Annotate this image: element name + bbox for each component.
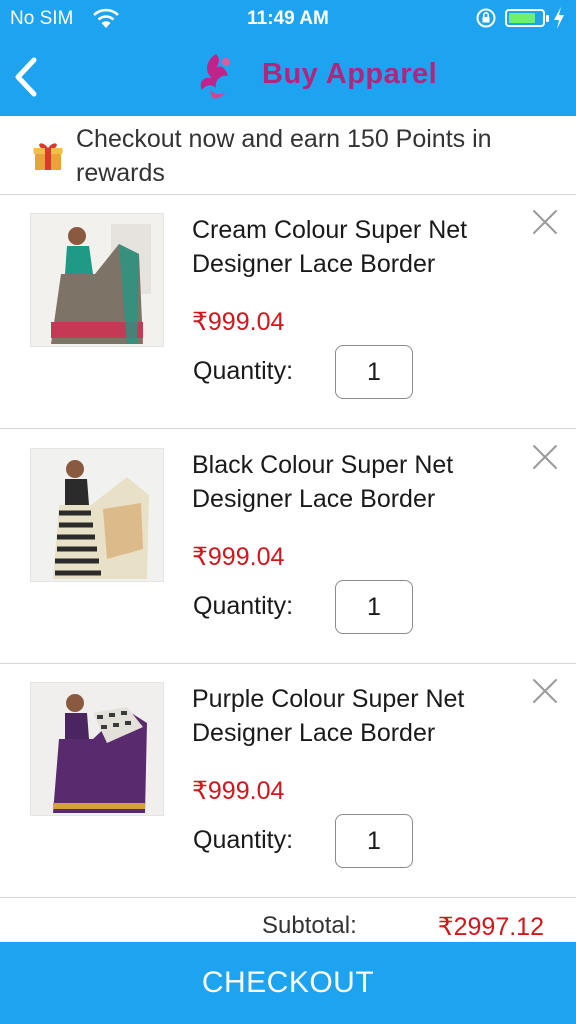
charging-icon — [554, 7, 564, 29]
remove-item-button[interactable] — [530, 676, 560, 706]
rewards-banner: Checkout now and earn 150 Points in rewa… — [0, 116, 576, 195]
quantity-label: Quantity: — [193, 592, 294, 620]
rewards-text: Checkout now and earn 150 Points in rewa… — [76, 125, 492, 187]
subtotal-label: Subtotal: — [262, 912, 357, 939]
product-title[interactable]: Purple Colour Super Net Designer Lace Bo… — [192, 682, 522, 750]
product-price: ₹999.04 — [192, 543, 285, 571]
nav-row: Buy Apparel — [0, 40, 576, 116]
product-title[interactable]: Cream Colour Super Net Designer Lace Bor… — [192, 213, 522, 281]
cart-item: Cream Colour Super Net Designer Lace Bor… — [0, 195, 576, 429]
product-image[interactable] — [30, 448, 164, 582]
quantity-label: Quantity: — [193, 826, 294, 854]
back-button[interactable] — [10, 54, 46, 100]
quantity-label: Quantity: — [193, 357, 294, 385]
remove-item-button[interactable] — [530, 442, 560, 472]
page-title: Buy Apparel — [262, 58, 438, 90]
product-price: ₹999.04 — [192, 777, 285, 805]
status-bar: No SIM 11:49 AM — [0, 0, 576, 38]
quantity-input[interactable]: 1 — [335, 814, 413, 868]
cart-item: Black Colour Super Net Designer Lace Bor… — [0, 430, 576, 664]
subtotal-value: ₹2997.12 — [437, 913, 544, 941]
checkout-button[interactable]: CHECKOUT — [0, 942, 576, 1024]
rotation-lock-icon — [476, 8, 496, 28]
cart-item: Purple Colour Super Net Designer Lace Bo… — [0, 664, 576, 898]
product-price: ₹999.04 — [192, 308, 285, 336]
product-title[interactable]: Black Colour Super Net Designer Lace Bor… — [192, 448, 522, 516]
app-header: No SIM 11:49 AM Buy Apparel — [0, 0, 576, 116]
battery-icon — [505, 9, 549, 27]
gift-icon — [33, 143, 63, 170]
quantity-input[interactable]: 1 — [335, 345, 413, 399]
product-image[interactable] — [30, 682, 164, 816]
quantity-input[interactable]: 1 — [335, 580, 413, 634]
product-image[interactable] — [30, 213, 164, 347]
brand-logo-icon — [200, 54, 230, 99]
subtotal-row: Subtotal: ₹2997.12 — [0, 898, 576, 944]
remove-item-button[interactable] — [530, 207, 560, 237]
